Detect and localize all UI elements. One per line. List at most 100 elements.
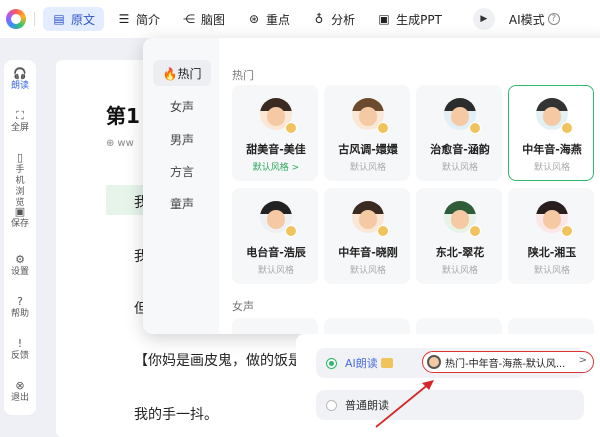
sidebar-item-settings[interactable]: ⚙ 设置 [4, 254, 36, 278]
play-button[interactable]: ▶ [472, 8, 495, 30]
voice-selector-pill[interactable]: 热门-中年音-海燕-默认风... > [422, 351, 594, 373]
voice-name: 中年音-海燕 [522, 143, 582, 156]
ai-read-label: AI朗读 [345, 357, 378, 370]
sidebar-item-label: 反馈 [10, 351, 29, 361]
voice-card[interactable]: 治愈音-涵韵 默认风格 [416, 85, 502, 181]
voice-picker-popup: 🔥热门 女声 男声 方言 童声 热门 甜美音-美佳 默认风格 > 古风调-嬛嬛 … [143, 38, 600, 334]
source-url: ⊕ ww [106, 138, 134, 149]
list-icon: ☰ [118, 12, 130, 26]
tab-analysis[interactable]: ♁ 分析 [303, 7, 364, 31]
page-title: 第1 [106, 104, 140, 128]
tab-mindmap[interactable]: ⋲ 脑图 [173, 7, 234, 31]
voice-style: 默认风格 [441, 163, 478, 173]
tab-original-label: 原文 [71, 12, 96, 27]
sidebar-item-label: 帮助 [10, 309, 29, 319]
voice-style: 默认风格 [257, 266, 294, 276]
fullscreen-icon: ⛶ [16, 109, 24, 122]
annotation-arrow [375, 380, 434, 428]
tab-ppt-label: 生成PPT [396, 12, 442, 27]
ppt-icon: ▣ [378, 12, 390, 26]
avatar [427, 355, 441, 369]
ai-read-option[interactable]: AI朗读 热门-中年音-海燕-默认风... > [316, 348, 594, 378]
read-options-panel: AI朗读 热门-中年音-海燕-默认风... > 普通朗读 [296, 334, 600, 437]
tab-ppt[interactable]: ▣ 生成PPT [368, 7, 451, 31]
vip-badge-icon [561, 225, 573, 237]
sidebar-item-read[interactable]: 🎧 朗读 [4, 68, 36, 92]
voice-style: 默认风格 [441, 266, 478, 276]
globe-icon: ⊕ [106, 138, 115, 149]
category-male[interactable]: 男声 [153, 126, 211, 152]
headphones-icon: 🎧 [13, 67, 27, 80]
radio-normal-read[interactable] [326, 399, 337, 411]
bulb-icon: ♁ [314, 12, 324, 26]
source-url-text: ww [117, 138, 134, 149]
voice-card-selected[interactable]: 中年音-海燕 默认风格 [508, 85, 594, 181]
vip-badge-icon [469, 122, 481, 134]
tab-mindmap-label: 脑图 [201, 12, 226, 27]
category-child[interactable]: 童声 [153, 190, 211, 216]
voice-card[interactable]: 陕北-湘玉 默认风格 [508, 188, 594, 284]
voice-card[interactable]: 电台音-浩辰 默认风格 [232, 188, 318, 284]
play-icon: ▶ [480, 14, 488, 24]
category-hot[interactable]: 🔥热门 [153, 60, 211, 86]
section-female-label: 女声 [232, 300, 254, 313]
tab-summary[interactable]: ☰ 简介 [108, 7, 169, 31]
sidebar-item-feedback[interactable]: ! 反馈 [4, 338, 36, 362]
gear-icon: ⚙ [15, 253, 25, 266]
top-toolbar: ▤ 原文 ☰ 简介 ⋲ 脑图 ⊛ 重点 ♁ 分析 ▣ 生成PPT ▶ AI模式 … [0, 0, 600, 38]
voice-card[interactable] [324, 318, 410, 334]
voice-card[interactable]: 东北-翠花 默认风格 [416, 188, 502, 284]
chevron-right-icon: > [578, 355, 587, 366]
voice-card[interactable] [508, 318, 594, 334]
sidebar-item-fullscreen[interactable]: ⛶ 全屏 [4, 110, 36, 134]
vip-badge-icon [285, 122, 297, 134]
category-dialect[interactable]: 方言 [153, 158, 211, 184]
voice-card[interactable]: 甜美音-美佳 默认风格 > [232, 85, 318, 181]
sidebar-item-save[interactable]: ▣ 保存 [4, 206, 36, 230]
ai-mode-label: AI模式 [508, 12, 545, 27]
target-icon: ⊛ [249, 12, 260, 26]
paragraph: 我的手一抖。 [134, 407, 218, 423]
sidebar-item-label: 朗读 [10, 81, 29, 91]
sidebar-item-label: 手机浏览 [15, 165, 25, 208]
sidebar-item-help[interactable]: ? 帮助 [4, 296, 36, 320]
voice-name: 陕北-湘玉 [527, 246, 577, 259]
tab-original[interactable]: ▤ 原文 [43, 7, 105, 31]
exit-icon: ⊗ [15, 379, 25, 392]
vip-badge-icon [377, 122, 389, 134]
voice-style: 默认风格 [349, 163, 386, 173]
sidebar-item-exit[interactable]: ⊗ 退出 [4, 380, 36, 404]
voice-name: 东北-翠花 [435, 246, 485, 259]
voice-style[interactable]: 默认风格 > [233, 160, 319, 173]
vip-badge-icon [285, 225, 297, 237]
voice-name: 电台音-浩辰 [246, 246, 306, 259]
radio-ai-read[interactable] [326, 357, 337, 369]
voice-style: 默认风格 [349, 266, 386, 276]
sidebar-item-label: 退出 [10, 393, 29, 403]
voice-style: 默认风格 [533, 266, 570, 276]
vip-badge-icon [380, 358, 393, 368]
ai-mode[interactable]: AI模式 ? [509, 11, 560, 28]
paragraph: 【你妈是画皮鬼，做的饭是 [134, 353, 302, 369]
sidebar-item-label: 保存 [10, 219, 29, 229]
voice-card[interactable] [416, 318, 502, 334]
voice-name: 治愈音-涵韵 [430, 143, 490, 156]
sidebar-item-label: 设置 [10, 267, 29, 277]
voice-card[interactable] [232, 318, 318, 334]
help-icon[interactable]: ? [547, 13, 560, 25]
voice-category-list: 🔥热门 女声 男声 方言 童声 [143, 38, 219, 334]
voice-name: 甜美音-美佳 [246, 143, 306, 156]
sidebar-item-mobile[interactable]: ▯ 手机浏览 [4, 152, 36, 209]
mindmap-icon: ⋲ [183, 12, 196, 26]
vip-badge-icon [377, 225, 389, 237]
left-sidebar: 🎧 朗读 ⛶ 全屏 ▯ 手机浏览 ▣ 保存 ⚙ 设置 ? 帮助 ! 反馈 ⊗ 退… [4, 60, 36, 415]
tab-keypoints[interactable]: ⊛ 重点 [238, 7, 299, 31]
category-female[interactable]: 女声 [153, 93, 211, 119]
tab-analysis-label: 分析 [331, 12, 356, 27]
toolbar-divider [34, 12, 35, 26]
voice-card[interactable]: 中年音-晓刚 默认风格 [324, 188, 410, 284]
voice-card[interactable]: 古风调-嬛嬛 默认风格 [324, 85, 410, 181]
normal-read-option[interactable]: 普通朗读 [316, 390, 584, 420]
app-logo [6, 9, 26, 29]
doc-icon: ▤ [53, 12, 65, 26]
